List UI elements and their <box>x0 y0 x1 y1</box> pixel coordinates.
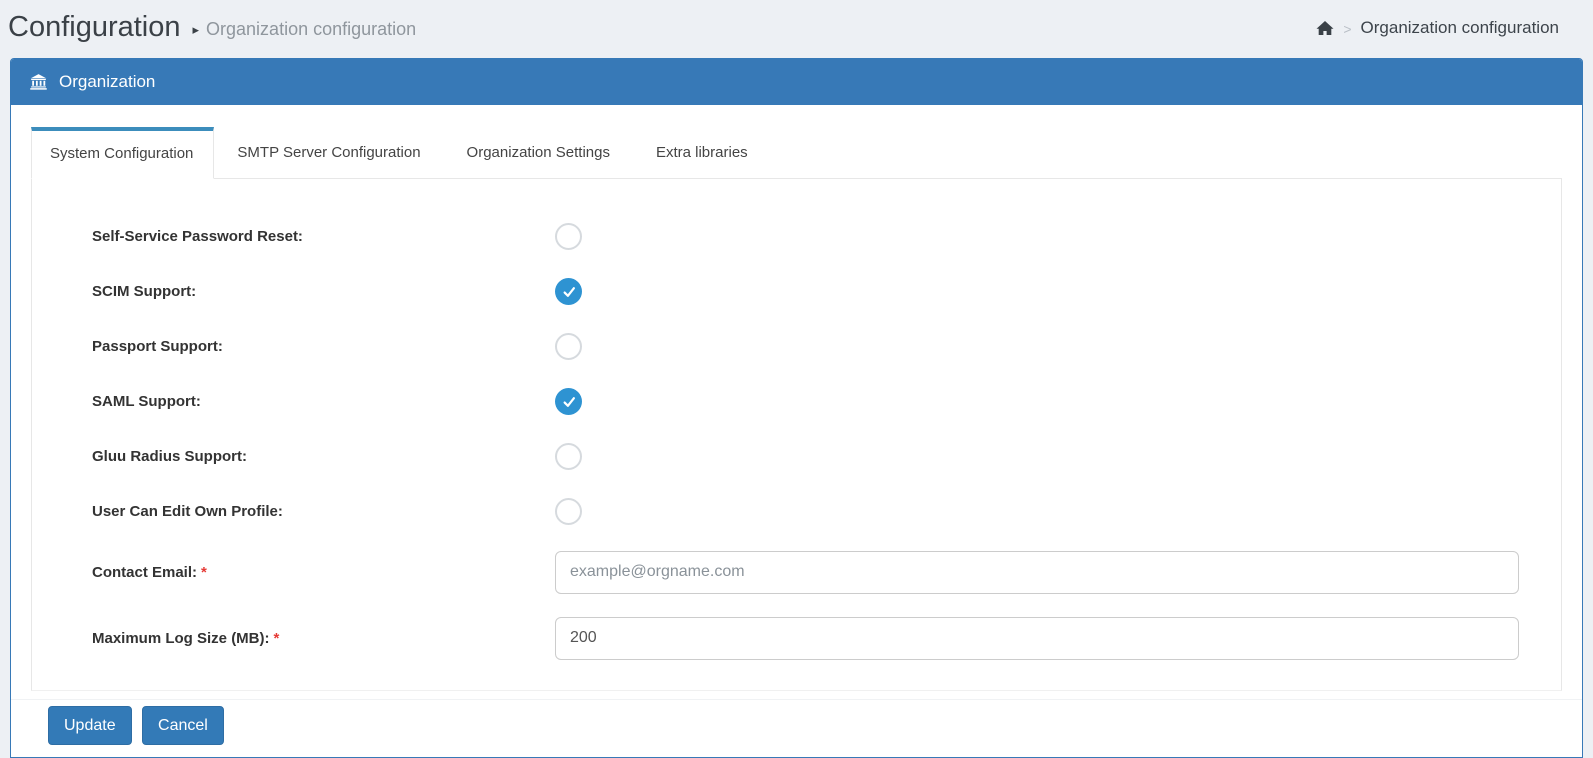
breadcrumb-separator: > <box>1343 21 1352 37</box>
cancel-button[interactable]: Cancel <box>142 706 224 746</box>
panel-footer: Update Cancel <box>11 699 1582 757</box>
field-label-text: Maximum Log Size (MB): <box>92 629 270 647</box>
tab-system-configuration[interactable]: System Configuration <box>31 127 215 179</box>
check-icon <box>563 396 575 407</box>
required-asterisk: * <box>201 563 207 581</box>
required-asterisk: * <box>273 629 280 647</box>
toggle-gluu-radius-support[interactable] <box>555 443 582 470</box>
form-row: Contact Email: * <box>92 539 1561 605</box>
page-title: Configuration <box>8 11 181 44</box>
contact-email-input[interactable] <box>555 550 1519 594</box>
form-row: Gluu Radius Support: <box>92 429 1561 484</box>
title-caret-icon: ▸ <box>192 21 200 37</box>
form-row: SCIM Support: <box>92 264 1561 319</box>
system-configuration-form: Self-Service Password Reset: SCIM Suppor… <box>31 179 1562 691</box>
panel-title: Organization <box>59 72 156 91</box>
page-title-group: Configuration ▸ Organization configurati… <box>8 11 417 44</box>
toggle-user-can-edit-own-profile[interactable] <box>555 498 582 525</box>
home-icon[interactable] <box>1316 20 1334 36</box>
max-log-size-input[interactable] <box>555 616 1519 660</box>
field-label: Gluu Radius Support: <box>92 448 247 465</box>
tab-smtp-server-configuration[interactable]: SMTP Server Configuration <box>214 127 443 178</box>
form-row: User Can Edit Own Profile: <box>92 484 1561 539</box>
field-label: SCIM Support: <box>92 283 197 300</box>
field-label: Contact Email: * <box>92 564 555 581</box>
organization-panel: Organization System Configuration SMTP S… <box>10 58 1583 758</box>
field-label: User Can Edit Own Profile: <box>92 503 283 520</box>
breadcrumb: > Organization configuration <box>1316 18 1559 38</box>
field-label: Self-Service Password Reset: <box>92 228 303 245</box>
breadcrumb-current: Organization configuration <box>1360 18 1559 37</box>
page-subtitle: Organization configuration <box>206 19 417 40</box>
toggle-scim-support[interactable] <box>555 278 582 305</box>
bank-icon <box>29 73 48 91</box>
content-header: Configuration ▸ Organization configurati… <box>0 0 1593 58</box>
field-label: SAML Support: <box>92 393 201 410</box>
toggle-saml-support[interactable] <box>555 388 582 415</box>
tab-bar: System Configuration SMTP Server Configu… <box>31 127 1562 179</box>
panel-body: System Configuration SMTP Server Configu… <box>11 105 1582 691</box>
field-label: Maximum Log Size (MB): * <box>92 630 555 647</box>
form-row: Self-Service Password Reset: <box>92 209 1561 264</box>
tab-extra-libraries[interactable]: Extra libraries <box>633 127 771 178</box>
check-icon <box>563 286 575 297</box>
update-button[interactable]: Update <box>48 706 132 746</box>
form-row: SAML Support: <box>92 374 1561 429</box>
panel-header: Organization <box>11 59 1582 105</box>
tab-organization-settings[interactable]: Organization Settings <box>444 127 633 178</box>
field-label: Passport Support: <box>92 338 223 355</box>
form-row: Passport Support: <box>92 319 1561 374</box>
toggle-passport-support[interactable] <box>555 333 582 360</box>
toggle-self-service-password-reset[interactable] <box>555 223 582 250</box>
form-row: Maximum Log Size (MB): * <box>92 605 1561 671</box>
field-label-text: Contact Email: <box>92 563 198 581</box>
